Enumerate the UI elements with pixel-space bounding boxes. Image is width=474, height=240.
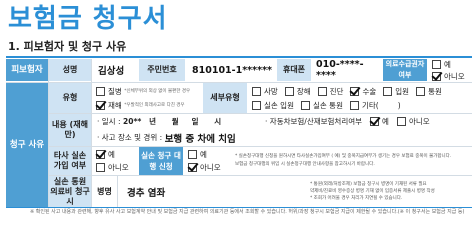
auto-insurance-yes-option[interactable]: 예 [370, 116, 389, 127]
type-accident-note: *우발적인 외래사고로 다친 경우 [124, 103, 185, 108]
accident-place-field[interactable]: 보행 중 차에 치임 [165, 131, 236, 145]
name-field[interactable]: 김상성 [98, 63, 124, 77]
claim-agency-yes-option[interactable]: 예 [188, 149, 207, 160]
detail-outpatient-option[interactable]: 통원 [416, 86, 442, 97]
detail-actual-hospitalization-option[interactable]: 실손 입원 [252, 100, 294, 111]
disease-name-label: 병명 [92, 176, 118, 207]
claim-agency-note-2: 보험금 청구대행의 위임 시 실손청구대행 안내사항을 참고하시기 바랍니다. [235, 162, 375, 167]
rrn-field[interactable]: 810101-1****** [192, 65, 272, 76]
auto-insurance-no-checkbox[interactable] [396, 116, 406, 126]
detail-type-options-row1: 사망 장해 진단 수술 입원 통원 [252, 86, 442, 97]
other-insurer-no-option[interactable]: 아니오 [96, 162, 129, 173]
medical-aid-no-option[interactable]: 아니오 [432, 71, 465, 82]
detail-actual-outpatient-option[interactable]: 실손 통원 [300, 100, 343, 111]
type-label: 유형 [49, 83, 91, 113]
other-insurer-yes-checkbox[interactable] [96, 150, 105, 159]
section-title: 1. 피보험자 및 청구 사유 [8, 40, 127, 53]
medical-aid-label: 의료수급권자 여부 [383, 59, 427, 81]
content-label: 내용 (재해만) [49, 114, 91, 146]
medical-aid-yes-checkbox[interactable] [432, 59, 441, 69]
disease-note-3: * 조회가 어려울 경우 처리가 지연될 수 있습니다. [310, 195, 403, 201]
accident-datetime-field[interactable]: 20** 년 월 일 시 [123, 116, 251, 127]
phone-label: 휴대폰 [277, 59, 311, 81]
datetime-label: · 일시 : [97, 116, 121, 126]
claim-agency-no-option[interactable]: 아니오 [188, 162, 221, 173]
name-label: 성명 [49, 59, 91, 81]
auto-insurance-label: · 자동차보험/산재보험처리여부 [265, 116, 363, 126]
type-disease-note: *신체부위의 외상 없이 불편한 경우 [124, 89, 191, 94]
medical-aid-yes-option[interactable]: 예 [432, 59, 451, 70]
type-disease-checkbox[interactable] [96, 86, 105, 96]
detail-disability-option[interactable]: 장해 [284, 86, 311, 97]
claim-reason-header: 청구 사유 [6, 83, 48, 207]
place-label: · 사고 장소 및 경위 : [97, 133, 163, 142]
claim-agency-label: 실손 청구 대행 신청 [139, 147, 183, 175]
rrn-label: 주민번호 [139, 59, 185, 81]
other-insurer-label: 타사 실손 가입 여부 [49, 147, 91, 175]
disease-note-2: 약제비/진료비 영수증상 병명 기재 없이 입증서류 제출시 병명 작성 [310, 188, 435, 194]
detail-hospitalization-option[interactable]: 입원 [383, 86, 409, 97]
other-insurer-yes-option[interactable]: 예 [96, 149, 115, 160]
type-disease-option[interactable]: 질병 *신체부위의 외상 없이 불편한 경우 [96, 86, 190, 97]
claim-agency-yes-checkbox[interactable] [188, 150, 197, 159]
detail-diagnosis-option[interactable]: 진단 [317, 86, 343, 97]
section-divider [6, 56, 472, 58]
detail-other-option[interactable]: 기타( ) [349, 100, 401, 111]
auto-insurance-yes-checkbox[interactable] [370, 116, 380, 126]
disease-name-field[interactable]: 경추 염좌 [127, 185, 165, 199]
claim-agency-note-1: * 실손청구대행 신청을 원하시면 타사실손가입여부 ( 예) 및 중복지급여부… [235, 154, 452, 159]
footer-note: ※ 확인된 사고 내용과 관련해, 향후 유사 사고 보험계약 안내 및 보험금… [30, 209, 465, 215]
phone-field[interactable]: 010-****-**** [316, 59, 382, 81]
insured-header: 피보험자 [6, 59, 48, 81]
type-accident-checkbox[interactable] [96, 100, 105, 110]
claim-agency-no-checkbox[interactable] [188, 163, 197, 172]
disease-note-1: * 통원(외래/처방조제) 보험금 청구시 병명이 기재된 서류 필요 [310, 181, 427, 187]
medical-aid-no-checkbox[interactable] [432, 71, 441, 81]
detail-death-option[interactable]: 사망 [252, 86, 278, 97]
detail-type-label: 세부유형 [203, 83, 247, 113]
detail-type-options-row2: 실손 입원 실손 통원 기타( ) [252, 100, 401, 111]
detail-surgery-option[interactable]: 수술 [350, 86, 376, 97]
document-title: 보험금 청구서 [8, 4, 168, 34]
other-insurer-no-checkbox[interactable] [96, 163, 105, 172]
type-accident-option[interactable]: 재해 *우발적인 외래사고로 다친 경우 [96, 100, 185, 111]
outpatient-claim-label: 실손 통원 의료비 청구시 [49, 176, 91, 207]
auto-insurance-no-option[interactable]: 아니오 [396, 116, 430, 127]
